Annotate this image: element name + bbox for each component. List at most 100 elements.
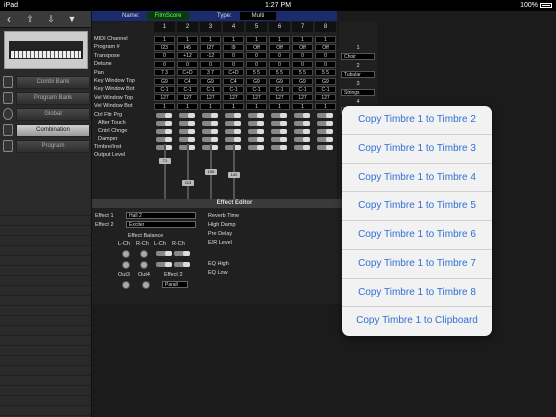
grid-cell[interactable]: 0 [154,52,175,60]
out-knob[interactable] [122,281,130,289]
grid-cell[interactable]: C-1 [292,85,313,93]
balance-switch[interactable] [174,251,190,256]
grid-cell[interactable]: 1 [292,102,313,110]
grid-cell[interactable]: 1 [200,35,221,43]
grid-cell[interactable]: 0 [154,60,175,68]
grid-cell[interactable]: 0 [223,52,244,60]
grid-cell[interactable]: I45 [177,43,198,51]
grid-switch[interactable] [317,144,333,150]
copy-to-timbre-4[interactable]: Copy Timbre 1 to Timbre 4 [342,164,492,193]
slider-knob[interactable]: 113 [182,180,194,186]
bank-combi-bank[interactable]: Combi Bank [0,76,90,89]
copy-to-timbre-7[interactable]: Copy Timbre 1 to Timbre 7 [342,250,492,279]
grid-cell[interactable]: 0 [315,60,336,68]
grid-cell[interactable]: C-1 [154,85,175,93]
copy-to-timbre-5[interactable]: Copy Timbre 1 to Timbre 5 [342,192,492,221]
copy-to-timbre-6[interactable]: Copy Timbre 1 to Timbre 6 [342,221,492,250]
balance-knob[interactable] [140,261,148,269]
grid-cell[interactable]: C-1 [269,85,290,93]
bank-combination[interactable]: Combination [0,124,90,137]
timbre-program-select[interactable]: Tubular [341,71,375,78]
grid-cell[interactable]: 1 [154,35,175,43]
grid-switch[interactable] [294,144,310,150]
grid-cell[interactable]: 127 [246,94,267,102]
balance-switch[interactable] [156,251,172,256]
grid-switch[interactable] [248,112,264,118]
grid-cell[interactable]: G9 [154,77,175,85]
grid-switch[interactable] [156,136,172,142]
effect1-select[interactable]: Hall 2 [126,212,196,219]
grid-cell[interactable]: 127 [269,94,290,102]
output-level-slider[interactable]: 100 [204,144,218,204]
grid-cell[interactable]: C-1 [246,85,267,93]
balance-knob[interactable] [122,261,130,269]
grid-switch[interactable] [179,112,195,118]
grid-cell[interactable]: G9 [292,77,313,85]
balance-switch[interactable] [156,262,172,267]
balance-switch[interactable] [174,262,190,267]
grid-cell[interactable]: 0 [177,60,198,68]
balance-knob[interactable] [140,250,148,258]
grid-cell[interactable]: 1 [315,35,336,43]
grid-switch[interactable] [225,120,241,126]
grid-cell[interactable]: 1 [223,35,244,43]
bank-global[interactable]: Global [0,108,90,121]
effect2-select[interactable]: Exciter [126,221,196,228]
grid-cell[interactable]: G9 [269,77,290,85]
grid-switch[interactable] [294,120,310,126]
grid-switch[interactable] [271,120,287,126]
output-level-slider[interactable]: 102 [227,144,241,204]
grid-cell[interactable]: C-1 [200,85,221,93]
grid-switch[interactable] [294,128,310,134]
grid-cell[interactable]: 1 [292,35,313,43]
grid-switch[interactable] [271,136,287,142]
grid-switch[interactable] [225,136,241,142]
grid-switch[interactable] [248,144,264,150]
slider-knob[interactable]: 71 [159,158,171,164]
grid-switch[interactable] [202,128,218,134]
grid-cell[interactable]: 0 [246,52,267,60]
grid-switch[interactable] [179,128,195,134]
grid-switch[interactable] [225,112,241,118]
timbre-program-select[interactable]: Choir [341,53,375,60]
grid-switch[interactable] [271,144,287,150]
grid-cell[interactable]: 127 [177,94,198,102]
grid-switch[interactable] [202,136,218,142]
timbre-program-select[interactable]: Strings [341,89,375,96]
grid-switch[interactable] [317,128,333,134]
grid-cell[interactable]: 0 [200,60,221,68]
grid-cell[interactable]: 127 [154,94,175,102]
download-icon[interactable]: ⇩ [45,13,57,25]
grid-cell[interactable]: 1 [154,102,175,110]
grid-switch[interactable] [248,120,264,126]
back-icon[interactable]: ‹ [3,13,15,25]
type-select[interactable]: Multi [240,12,276,20]
grid-cell[interactable]: G9 [315,77,336,85]
grid-cell[interactable]: 0 [269,52,290,60]
chevron-down-icon[interactable]: ▼ [66,13,78,25]
grid-cell[interactable]: G9 [246,77,267,85]
grid-cell[interactable]: C-1 [223,85,244,93]
grid-switch[interactable] [202,120,218,126]
copy-to-timbre-3[interactable]: Copy Timbre 1 to Timbre 3 [342,135,492,164]
grid-switch[interactable] [248,136,264,142]
grid-switch[interactable] [156,120,172,126]
grid-switch[interactable] [156,128,172,134]
copy-to-clipboard[interactable]: Copy Timbre 1 to Clipboard [342,307,492,336]
grid-cell[interactable]: C+D [223,69,244,77]
grid-switch[interactable] [179,136,195,142]
grid-switch[interactable] [271,128,287,134]
grid-switch[interactable] [317,112,333,118]
grid-switch[interactable] [179,120,195,126]
grid-cell[interactable]: 127 [223,94,244,102]
grid-cell[interactable]: 1 [269,35,290,43]
grid-cell[interactable]: 1 [200,102,221,110]
grid-cell[interactable]: 7 3 [154,69,175,77]
grid-cell[interactable]: G9 [200,77,221,85]
grid-switch[interactable] [271,112,287,118]
grid-cell[interactable]: I23 [154,43,175,51]
grid-cell[interactable]: 0 [223,60,244,68]
grid-cell[interactable]: Off [269,43,290,51]
grid-switch[interactable] [248,128,264,134]
grid-cell[interactable]: C4 [177,77,198,85]
